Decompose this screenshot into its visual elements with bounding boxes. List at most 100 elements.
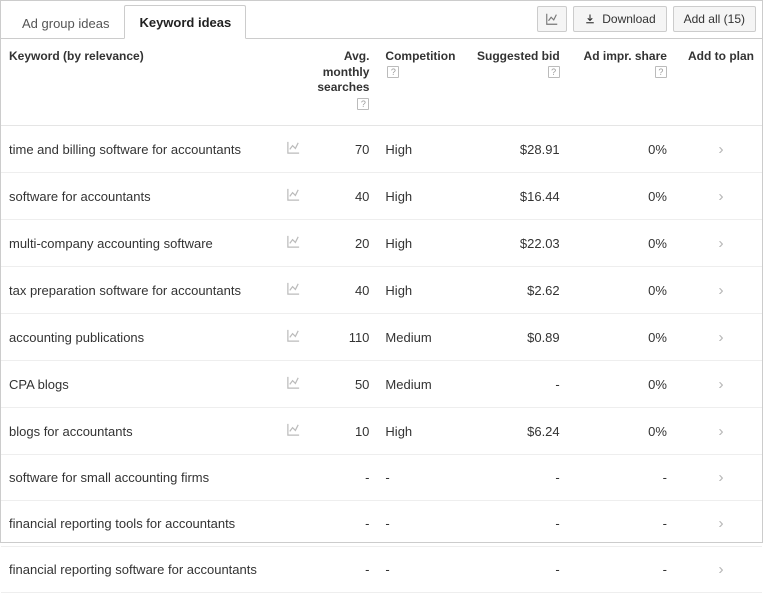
trend-chart-icon[interactable] <box>286 187 301 202</box>
col-header-plan-label: Add to plan <box>683 49 754 65</box>
cell-searches: 10 <box>305 408 378 455</box>
cell-keyword[interactable]: CPA blogs <box>1 361 278 408</box>
cell-add-to-plan[interactable]: ›› <box>675 220 762 267</box>
table-row: blogs for accountants 10High$6.240%›› <box>1 408 762 455</box>
cell-searches: - <box>305 501 378 547</box>
help-icon[interactable]: ? <box>357 98 369 110</box>
cell-impr: - <box>568 547 675 593</box>
cell-searches: 70 <box>305 126 378 173</box>
tab-ad-group-ideas[interactable]: Ad group ideas <box>7 6 124 39</box>
cell-add-to-plan[interactable]: ›› <box>675 314 762 361</box>
cell-searches: 40 <box>305 267 378 314</box>
col-header-competition-label: Competition <box>385 49 455 63</box>
cell-impr: 0% <box>568 220 675 267</box>
col-header-keyword-label: Keyword (by relevance) <box>9 49 144 63</box>
cell-add-to-plan[interactable]: ›› <box>675 267 762 314</box>
table-row: multi-company accounting software20High$… <box>1 220 762 267</box>
cell-impr: - <box>568 455 675 501</box>
cell-keyword[interactable]: software for accountants <box>1 173 278 220</box>
cell-add-to-plan[interactable]: ›› <box>675 361 762 408</box>
chart-toggle-button[interactable] <box>537 6 567 32</box>
tab-keyword-ideas[interactable]: Keyword ideas <box>124 5 246 39</box>
cell-impr: 0% <box>568 126 675 173</box>
cell-impr: 0% <box>568 408 675 455</box>
table-row: tax preparation software for accountants… <box>1 267 762 314</box>
cell-add-to-plan[interactable]: ›› <box>675 126 762 173</box>
help-icon[interactable]: ? <box>387 66 399 78</box>
cell-competition: Medium <box>377 361 466 408</box>
cell-trend[interactable] <box>278 267 304 314</box>
cell-bid: $6.24 <box>466 408 567 455</box>
col-header-plan: Add to plan <box>675 39 762 126</box>
cell-competition: High <box>377 408 466 455</box>
cell-trend[interactable] <box>278 314 304 361</box>
col-header-searches-label2: searches <box>317 80 369 94</box>
cell-impr: 0% <box>568 267 675 314</box>
cell-searches: 50 <box>305 361 378 408</box>
cell-searches: - <box>305 547 378 593</box>
download-button[interactable]: Download <box>573 6 666 32</box>
help-icon[interactable]: ? <box>548 66 560 78</box>
col-header-keyword[interactable]: Keyword (by relevance) <box>1 39 305 126</box>
cell-competition: - <box>377 455 466 501</box>
cell-keyword[interactable]: blogs for accountants <box>1 408 278 455</box>
trend-chart-icon[interactable] <box>286 234 301 249</box>
cell-bid: $0.89 <box>466 314 567 361</box>
cell-keyword[interactable]: financial reporting software for account… <box>1 547 278 593</box>
add-all-label: Add all (15) <box>684 12 745 26</box>
download-icon <box>584 13 596 25</box>
cell-keyword[interactable]: financial reporting tools for accountant… <box>1 501 278 547</box>
col-header-searches[interactable]: Avg. monthly searches ? <box>305 39 378 126</box>
table-row: financial reporting tools for accountant… <box>1 501 762 547</box>
cell-competition: High <box>377 173 466 220</box>
cell-trend[interactable] <box>278 220 304 267</box>
cell-impr: 0% <box>568 173 675 220</box>
trend-chart-icon[interactable] <box>286 375 301 390</box>
cell-trend[interactable] <box>278 126 304 173</box>
chart-icon <box>545 12 559 26</box>
cell-keyword[interactable]: accounting publications <box>1 314 278 361</box>
table-row: accounting publications110Medium$0.890%›… <box>1 314 762 361</box>
table-row: time and billing software for accountant… <box>1 126 762 173</box>
cell-impr: - <box>568 501 675 547</box>
trend-chart-icon[interactable] <box>286 281 301 296</box>
cell-add-to-plan[interactable]: ›› <box>675 408 762 455</box>
cell-trend <box>278 455 304 501</box>
cell-bid: $16.44 <box>466 173 567 220</box>
cell-competition: High <box>377 126 466 173</box>
col-header-impr-label: Ad impr. share <box>584 49 667 63</box>
cell-add-to-plan[interactable]: ›› <box>675 547 762 593</box>
cell-keyword[interactable]: time and billing software for accountant… <box>1 126 278 173</box>
download-label: Download <box>602 12 655 26</box>
cell-bid: - <box>466 501 567 547</box>
trend-chart-icon[interactable] <box>286 422 301 437</box>
cell-trend[interactable] <box>278 173 304 220</box>
tabs: Ad group ideas Keyword ideas <box>7 1 246 38</box>
table-row: CPA blogs50Medium-0%›› <box>1 361 762 408</box>
cell-keyword[interactable]: tax preparation software for accountants <box>1 267 278 314</box>
add-all-button[interactable]: Add all (15) <box>673 6 756 32</box>
cell-trend[interactable] <box>278 361 304 408</box>
col-header-competition[interactable]: Competition ? <box>377 39 466 126</box>
cell-add-to-plan[interactable]: ›› <box>675 501 762 547</box>
cell-searches: 40 <box>305 173 378 220</box>
cell-bid: - <box>466 455 567 501</box>
col-header-bid[interactable]: Suggested bid ? <box>466 39 567 126</box>
cell-keyword[interactable]: multi-company accounting software <box>1 220 278 267</box>
cell-trend[interactable] <box>278 408 304 455</box>
cell-add-to-plan[interactable]: ›› <box>675 455 762 501</box>
keyword-table: Keyword (by relevance) Avg. monthly sear… <box>1 39 762 593</box>
cell-bid: $28.91 <box>466 126 567 173</box>
trend-chart-icon[interactable] <box>286 328 301 343</box>
cell-competition: High <box>377 267 466 314</box>
cell-bid: - <box>466 547 567 593</box>
cell-competition: - <box>377 501 466 547</box>
trend-chart-icon[interactable] <box>286 140 301 155</box>
cell-bid: $22.03 <box>466 220 567 267</box>
cell-keyword[interactable]: software for small accounting firms <box>1 455 278 501</box>
cell-impr: 0% <box>568 361 675 408</box>
help-icon[interactable]: ? <box>655 66 667 78</box>
col-header-bid-label: Suggested bid <box>477 49 560 63</box>
col-header-impr[interactable]: Ad impr. share ? <box>568 39 675 126</box>
cell-add-to-plan[interactable]: ›› <box>675 173 762 220</box>
